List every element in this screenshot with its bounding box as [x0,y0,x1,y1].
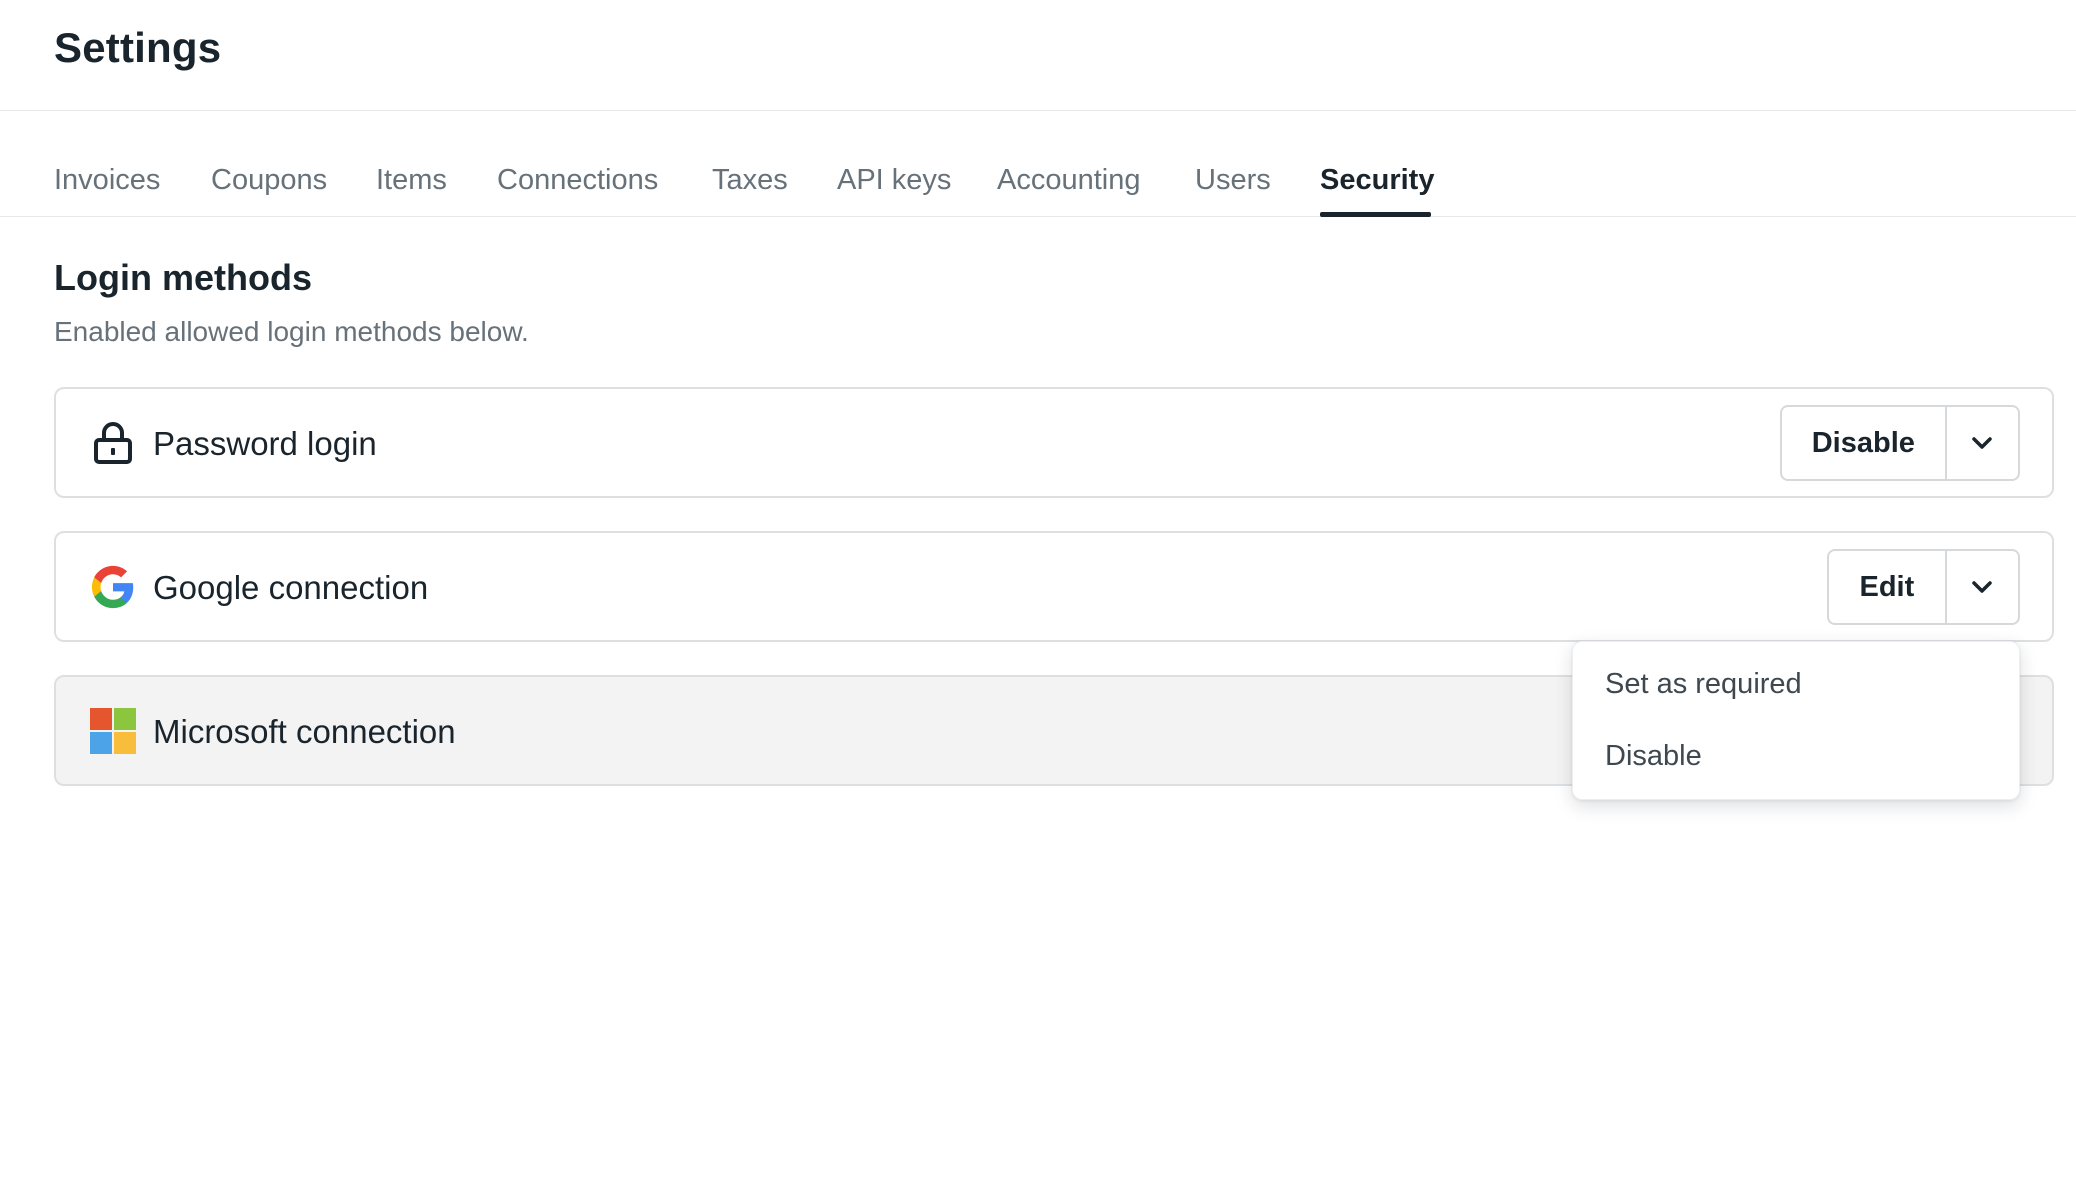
password-action-split-button: Disable [1780,405,2020,481]
tab-coupons[interactable]: Coupons [211,160,327,200]
menu-item-disable[interactable]: Disable [1605,736,1702,776]
chevron-down-icon [1972,437,1993,449]
google-logo-icon [91,565,134,609]
page-title: Settings [54,24,222,71]
login-method-label: Microsoft connection [153,713,456,750]
tab-security[interactable]: Security [1320,160,1434,200]
tab-taxes[interactable]: Taxes [712,160,788,200]
login-method-google: Google connection Edit [54,531,2054,642]
edit-button[interactable]: Edit [1829,551,1945,623]
tab-items[interactable]: Items [376,160,447,200]
microsoft-logo-icon [90,708,136,754]
login-method-label: Password login [153,425,377,462]
lock-icon [94,422,132,464]
google-options-toggle[interactable] [1944,551,2018,623]
active-tab-indicator [1320,212,1431,217]
disable-button[interactable]: Disable [1782,407,1945,479]
settings-tabs: Invoices Coupons Items Connections Taxes… [0,112,2076,217]
login-method-label: Google connection [153,569,429,606]
menu-item-set-as-required[interactable]: Set as required [1605,664,1802,704]
section-title: Login methods [54,257,312,298]
tab-accounting[interactable]: Accounting [997,160,1141,200]
google-action-split-button: Edit [1827,549,2020,625]
google-options-menu: Set as required Disable [1572,641,2020,800]
tab-api-keys[interactable]: API keys [837,160,951,200]
page-header: Settings [0,0,2076,111]
chevron-down-icon [1972,581,1993,593]
section-description: Enabled allowed login methods below. [54,316,529,347]
login-method-password: Password login Disable [54,387,2054,498]
tab-connections[interactable]: Connections [497,160,658,200]
tab-users[interactable]: Users [1195,160,1271,200]
password-options-toggle[interactable] [1944,407,2018,479]
tab-invoices[interactable]: Invoices [54,160,160,200]
